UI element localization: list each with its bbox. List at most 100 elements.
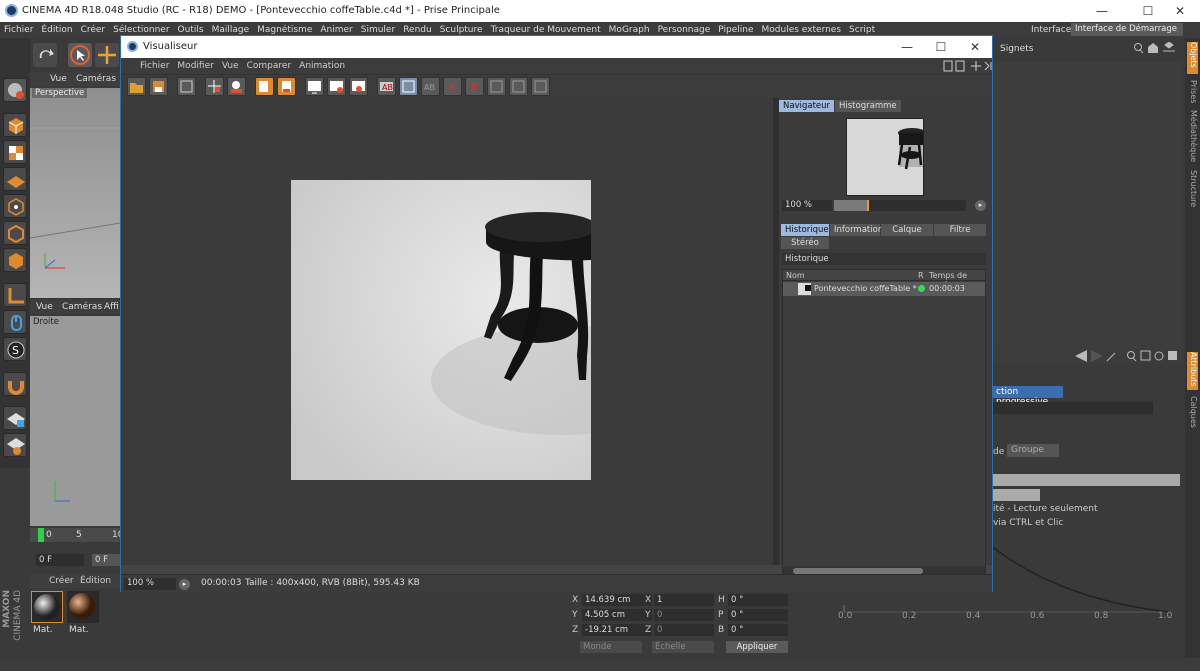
viewer-close-button[interactable]: ✕ [955,38,995,56]
stereo-a-icon[interactable] [487,77,506,96]
menu-traqueur[interactable]: Traqueur de Mouvement [487,22,605,35]
tab-histogramme[interactable]: Histogramme [835,100,901,112]
compare-ab-icon[interactable] [305,77,324,96]
tab-calque[interactable]: Calque [881,224,933,236]
menu-script[interactable]: Script [845,22,879,35]
side-tab-mediatheque[interactable]: Médiathèque [1187,110,1198,162]
coord-rot-b[interactable]: 0 ° [728,624,788,636]
move-tool-icon[interactable] [95,43,119,67]
menu-personnage[interactable]: Personnage [654,22,715,35]
viewport-perspective[interactable]: Perspective [30,88,120,298]
groupe-select[interactable]: Groupe [1007,444,1059,457]
object-manager-icons[interactable] [1133,41,1178,54]
material-menu-edition[interactable]: Édition [80,576,111,586]
polygon-mode-icon[interactable] [3,248,27,272]
set-b-icon[interactable] [399,77,418,96]
region-render-icon[interactable] [205,77,224,96]
interface-select[interactable]: Interface de Démarrage [1071,23,1183,36]
navigator-zoom-slider[interactable] [834,200,966,211]
tweak-mode-icon[interactable] [3,310,27,334]
menu-maillage[interactable]: Maillage [208,22,254,35]
stereo-b-icon[interactable] [509,77,528,96]
attribute-slider-2[interactable] [993,489,1040,501]
tab-stereo[interactable]: Stéréo [781,237,829,249]
status-zoom-field[interactable]: 100 % [124,578,176,590]
object-list-area[interactable] [993,62,1183,362]
coord-rot-p[interactable]: 0 ° [728,609,788,621]
viewport-top-menu-vue[interactable]: Vue [50,74,67,84]
b-channel-icon[interactable]: B [465,77,484,96]
attribute-field-dark[interactable] [993,402,1153,414]
point-mode-icon[interactable] [3,194,27,218]
material-menu-creer[interactable]: Créer [49,576,74,586]
open-file-icon[interactable] [127,77,146,96]
viewport-bottom-menu-cameras[interactable]: Caméras [62,302,102,312]
planar-workplane-icon[interactable] [3,433,27,457]
menu-rendu[interactable]: Rendu [399,22,436,35]
tab-historique[interactable]: Historique [781,224,829,236]
menu-creer[interactable]: Créer [77,22,110,35]
side-tab-structure[interactable]: Structure [1187,170,1198,207]
redo-icon[interactable] [33,43,57,67]
progressive-tab[interactable]: ction progressive [993,386,1063,407]
frame-min-field[interactable]: 0 F [92,554,120,566]
coord-pos-y[interactable]: 4.505 cm [582,609,652,621]
timeline-ruler[interactable]: 0 5 10 [30,528,123,542]
minimize-button[interactable]: — [1082,2,1122,20]
apply-button[interactable]: Appliquer [726,641,788,653]
viewport-top-menu-cameras[interactable]: Caméras [76,74,116,84]
render-canvas-area[interactable] [121,98,773,565]
a-channel-icon[interactable]: A [443,77,462,96]
viewport-bottom-menu-affichage[interactable]: Affi [104,302,119,312]
menu-pipeline[interactable]: Pipeline [714,22,757,35]
make-editable-icon[interactable] [3,78,27,102]
model-mode-icon[interactable] [3,113,27,137]
frame-current-field[interactable]: 0 F [36,554,84,566]
status-play-icon[interactable]: ▸ [179,579,190,590]
workplane-mode-icon[interactable] [3,167,27,191]
film-clip-icon[interactable] [177,77,196,96]
attribute-slider-1[interactable] [993,474,1180,486]
coord-size-z[interactable]: 0 [654,624,714,636]
signets-label[interactable]: Signets [1000,44,1033,54]
render-picture-viewer-icon[interactable] [277,77,296,96]
menu-edition[interactable]: Édition [37,22,76,35]
viewer-menu-fichier[interactable]: Fichier [136,58,173,71]
tab-filtre[interactable]: Filtre [934,224,986,236]
attribute-nav-icons[interactable] [1073,349,1183,363]
coord-scale-select[interactable]: Échelle [652,641,714,653]
menu-modules-externes[interactable]: Modules externes [758,22,846,35]
navigator-thumbnail[interactable] [846,118,926,196]
menu-animer[interactable]: Animer [316,22,356,35]
viewer-layout-icons[interactable] [943,60,993,72]
viewer-menu-comparer[interactable]: Comparer [243,58,296,71]
viewer-menu-animation[interactable]: Animation [295,58,349,71]
viewport-bottom-menu-vue[interactable]: Vue [36,302,53,312]
side-tab-objets[interactable]: Objets [1187,42,1198,74]
coord-pos-x[interactable]: 14.639 cm [582,594,652,606]
menu-outils[interactable]: Outils [174,22,208,35]
side-tab-attributs[interactable]: Attributs [1187,352,1198,390]
render-view-icon[interactable] [255,77,274,96]
timeline-playhead[interactable] [38,528,44,542]
menu-selectionner[interactable]: Sélectionner [109,22,173,35]
tab-navigateur[interactable]: Navigateur [779,100,835,112]
compare-ba-icon[interactable] [327,77,346,96]
menu-fichier[interactable]: Fichier [0,22,37,35]
material-thumb-1[interactable] [31,591,63,623]
history-row[interactable]: Pontevecchio coffeTable * 00:00:03 [783,282,985,296]
side-tab-calques[interactable]: Calques [1187,396,1198,428]
menu-mograph[interactable]: MoGraph [605,22,654,35]
material-thumb-2[interactable] [67,591,99,623]
column-nom[interactable]: Nom [786,271,805,280]
menu-simuler[interactable]: Simuler [357,22,399,35]
viewport-droite[interactable]: Droite [30,316,120,526]
axis-mode-icon[interactable] [3,283,27,307]
navigator-zoom-field[interactable]: 100 % [782,200,832,211]
column-r[interactable]: R [918,271,924,280]
magnet-icon[interactable] [3,372,27,396]
menu-sculpture[interactable]: Sculpture [436,22,487,35]
zoom-play-icon[interactable]: ▸ [975,200,986,211]
coord-mode-select[interactable]: Monde [580,641,642,653]
viewer-menu-vue[interactable]: Vue [218,58,243,71]
